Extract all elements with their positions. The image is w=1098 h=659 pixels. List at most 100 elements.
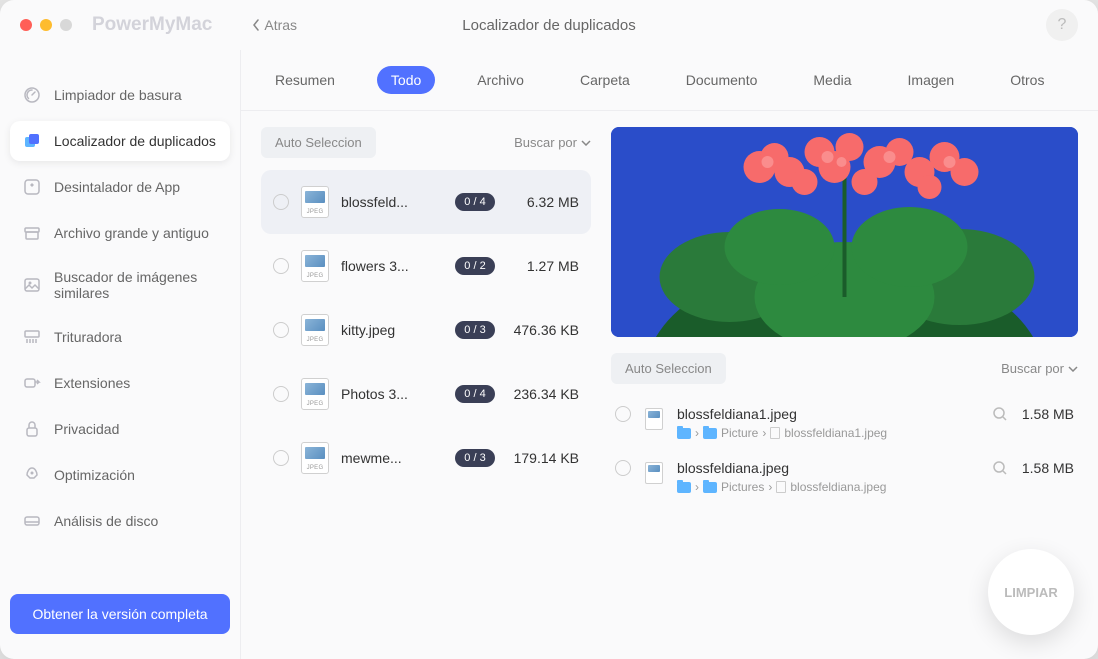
magnifier-icon[interactable]: [992, 406, 1008, 422]
group-size: 6.32 MB: [507, 194, 579, 210]
jpeg-file-icon: [301, 250, 329, 282]
group-count-badge: 0 / 4: [455, 385, 495, 403]
sidebar-item-label: Extensiones: [54, 375, 130, 391]
detail-info: blossfeldiana1.jpeg › Picture› blossfeld…: [677, 406, 978, 440]
crumb-folder: Pictures: [721, 480, 764, 494]
detail-size: 1.58 MB: [1022, 460, 1074, 476]
folder-icon: [677, 482, 691, 493]
auto-select-detail-button[interactable]: Auto Seleccion: [611, 353, 726, 384]
app-brand: PowerMyMac: [92, 14, 212, 36]
page-title: Localizador de duplicados: [462, 17, 635, 34]
detail-checkbox[interactable]: [615, 406, 631, 422]
crumb-sep: ›: [768, 480, 772, 494]
groups-list: blossfeld... 0 / 4 6.32 MB flowers 3... …: [261, 170, 591, 643]
sidebar-item-disk-analysis[interactable]: Análisis de disco: [10, 501, 230, 541]
full-version-button[interactable]: Obtener la versión completa: [10, 594, 230, 634]
sidebar-item-similar-images[interactable]: Buscador de imágenes similares: [10, 259, 230, 311]
chevron-left-icon: [252, 19, 260, 31]
crumb-folder: Picture: [721, 426, 758, 440]
app-body: Limpiador de basura Localizador de dupli…: [0, 50, 1098, 659]
crumb-sep: ›: [762, 426, 766, 440]
archive-icon: [22, 223, 42, 243]
document-icon: [776, 481, 786, 493]
group-checkbox[interactable]: [273, 450, 289, 466]
extensions-icon: [22, 373, 42, 393]
detail-checkbox[interactable]: [615, 460, 631, 476]
document-icon: [770, 427, 780, 439]
tab-folder[interactable]: Carpeta: [566, 66, 644, 94]
sidebar-item-privacy[interactable]: Privacidad: [10, 409, 230, 449]
group-size: 236.34 KB: [507, 386, 579, 402]
speedometer-icon: [22, 85, 42, 105]
tab-image[interactable]: Imagen: [894, 66, 969, 94]
image-preview: [611, 127, 1078, 337]
sort-label: Buscar por: [1001, 361, 1064, 376]
chevron-down-icon: [581, 140, 591, 146]
crumb-sep: ›: [695, 480, 699, 494]
group-filename: flowers 3...: [341, 258, 443, 274]
back-button[interactable]: Atras: [252, 17, 297, 33]
content-area: Auto Seleccion Buscar por blossfeld... 0…: [241, 111, 1098, 659]
jpeg-file-icon: [301, 314, 329, 346]
group-filename: mewme...: [341, 450, 443, 466]
folder-icon: [677, 428, 691, 439]
clean-button[interactable]: LIMPIAR: [988, 549, 1074, 635]
group-checkbox[interactable]: [273, 194, 289, 210]
sidebar-item-large-old-files[interactable]: Archivo grande y antiguo: [10, 213, 230, 253]
jpeg-file-icon: [301, 442, 329, 474]
sidebar-item-label: Análisis de disco: [54, 513, 158, 529]
sidebar: Limpiador de basura Localizador de dupli…: [0, 50, 240, 659]
group-checkbox[interactable]: [273, 386, 289, 402]
magnifier-icon[interactable]: [992, 460, 1008, 476]
detail-row[interactable]: blossfeldiana.jpeg › Pictures › blossfeld…: [611, 450, 1078, 504]
group-row[interactable]: flowers 3... 0 / 2 1.27 MB: [261, 234, 591, 298]
filter-tabs: Resumen Todo Archivo Carpeta Documento M…: [241, 50, 1098, 111]
detail-size: 1.58 MB: [1022, 406, 1074, 422]
group-filename: Photos 3...: [341, 386, 443, 402]
tab-document[interactable]: Documento: [672, 66, 772, 94]
breadcrumb: › Pictures › blossfeldiana.jpeg: [677, 480, 978, 494]
app-icon: [22, 177, 42, 197]
sort-dropdown[interactable]: Buscar por: [514, 135, 591, 150]
detail-toolbar: Auto Seleccion Buscar por: [611, 353, 1078, 384]
sidebar-item-app-uninstaller[interactable]: Desintalador de App: [10, 167, 230, 207]
image-icon: [22, 275, 42, 295]
lock-icon: [22, 419, 42, 439]
detail-row[interactable]: blossfeldiana1.jpeg › Picture› blossfeld…: [611, 396, 1078, 450]
shredder-icon: [22, 327, 42, 347]
tab-all[interactable]: Todo: [377, 66, 435, 94]
sidebar-item-duplicate-finder[interactable]: Localizador de duplicados: [10, 121, 230, 161]
group-row[interactable]: blossfeld... 0 / 4 6.32 MB: [261, 170, 591, 234]
detail-info: blossfeldiana.jpeg › Pictures › blossfeld…: [677, 460, 978, 494]
sidebar-item-junk-cleaner[interactable]: Limpiador de basura: [10, 75, 230, 115]
minimize-window-icon[interactable]: [40, 19, 52, 31]
jpeg-file-icon: [301, 186, 329, 218]
sidebar-item-label: Desintalador de App: [54, 179, 180, 195]
tab-file[interactable]: Archivo: [463, 66, 538, 94]
detail-filename: blossfeldiana.jpeg: [677, 460, 978, 476]
group-count-badge: 0 / 4: [455, 193, 495, 211]
sidebar-item-label: Limpiador de basura: [54, 87, 182, 103]
group-row[interactable]: Photos 3... 0 / 4 236.34 KB: [261, 362, 591, 426]
tab-media[interactable]: Media: [799, 66, 865, 94]
group-checkbox[interactable]: [273, 258, 289, 274]
maximize-window-icon[interactable]: [60, 19, 72, 31]
group-checkbox[interactable]: [273, 322, 289, 338]
jpeg-small-icon: [645, 462, 663, 484]
tab-other[interactable]: Otros: [996, 66, 1058, 94]
group-row[interactable]: kitty.jpeg 0 / 3 476.36 KB: [261, 298, 591, 362]
help-button[interactable]: ?: [1046, 9, 1078, 41]
sort-detail-dropdown[interactable]: Buscar por: [1001, 361, 1078, 376]
group-row[interactable]: mewme... 0 / 3 179.14 KB: [261, 426, 591, 490]
folder-icon: [703, 428, 717, 439]
crumb-file: blossfeldiana.jpeg: [790, 480, 886, 494]
sidebar-item-shredder[interactable]: Trituradora: [10, 317, 230, 357]
auto-select-button[interactable]: Auto Seleccion: [261, 127, 376, 158]
sidebar-item-extensions[interactable]: Extensiones: [10, 363, 230, 403]
sidebar-item-optimization[interactable]: Optimización: [10, 455, 230, 495]
tab-selected[interactable]: Seleccionado: [1086, 66, 1098, 94]
app-window: PowerMyMac Atras Localizador de duplicad…: [0, 0, 1098, 659]
close-window-icon[interactable]: [20, 19, 32, 31]
tab-summary[interactable]: Resumen: [261, 66, 349, 94]
duplicate-groups-panel: Auto Seleccion Buscar por blossfeld... 0…: [261, 127, 591, 643]
